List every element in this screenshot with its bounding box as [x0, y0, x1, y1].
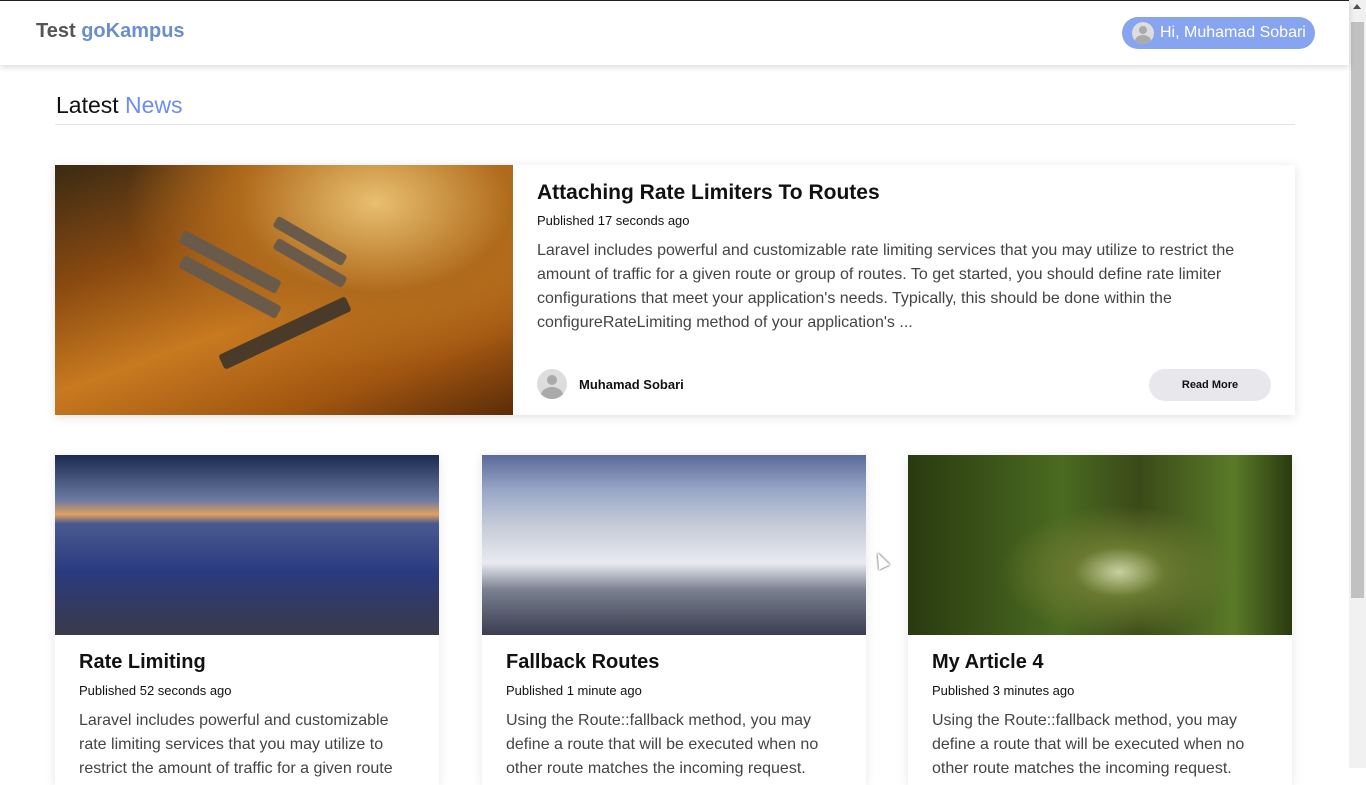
mouse-cursor-icon	[872, 550, 890, 570]
navbar: Test goKampus Hi, Muhamad Sobari	[0, 1, 1349, 65]
featured-image[interactable]	[55, 165, 513, 415]
read-more-button[interactable]: Read More	[1149, 369, 1271, 401]
page-title: Latest News	[56, 92, 183, 119]
avatar-icon	[1132, 22, 1154, 44]
article-published: Published 1 minute ago	[506, 683, 642, 698]
article-title[interactable]: Rate Limiting	[79, 651, 206, 674]
article-card[interactable]: Rate Limiting Published 52 seconds ago L…	[55, 455, 439, 785]
user-greeting: Hi, Muhamad Sobari	[1160, 24, 1306, 41]
article-title[interactable]: My Article 4	[932, 651, 1044, 674]
scrollbar-thumb[interactable]	[1351, 22, 1364, 598]
article-image[interactable]	[482, 455, 866, 635]
brand-name: goKampus	[81, 20, 185, 42]
featured-published: Published 17 seconds ago	[537, 213, 690, 228]
title-highlight: News	[125, 92, 183, 118]
featured-excerpt: Laravel includes powerful and customizab…	[537, 242, 1235, 331]
author-name: Muhamad Sobari	[579, 376, 684, 392]
article-title[interactable]: Fallback Routes	[506, 651, 659, 674]
featured-title[interactable]: Attaching Rate Limiters To Routes	[537, 181, 880, 205]
article-published: Published 3 minutes ago	[932, 683, 1075, 698]
title-prefix: Latest	[56, 92, 119, 118]
scrollbar[interactable]	[1349, 0, 1366, 768]
featured-article: Attaching Rate Limiters To Routes Publis…	[55, 165, 1295, 415]
divider	[55, 124, 1295, 125]
brand-logo[interactable]: Test goKampus	[36, 20, 185, 43]
brand-prefix: Test	[36, 20, 76, 42]
article-card[interactable]: My Article 4 Published 3 minutes ago Usi…	[908, 455, 1292, 785]
featured-author: Muhamad Sobari	[537, 369, 684, 399]
article-excerpt: Using the Route::fallback method, you ma…	[506, 712, 819, 777]
author-avatar-icon	[537, 369, 567, 399]
user-menu-button[interactable]: Hi, Muhamad Sobari	[1122, 17, 1315, 49]
scroll-up-icon[interactable]	[1353, 4, 1361, 9]
article-excerpt: Using the Route::fallback method, you ma…	[932, 712, 1245, 777]
article-excerpt: Laravel includes powerful and customizab…	[79, 712, 393, 777]
article-published: Published 52 seconds ago	[79, 683, 232, 698]
article-image[interactable]	[908, 455, 1292, 635]
article-image[interactable]	[55, 455, 439, 635]
article-card[interactable]: Fallback Routes Published 1 minute ago U…	[482, 455, 866, 785]
